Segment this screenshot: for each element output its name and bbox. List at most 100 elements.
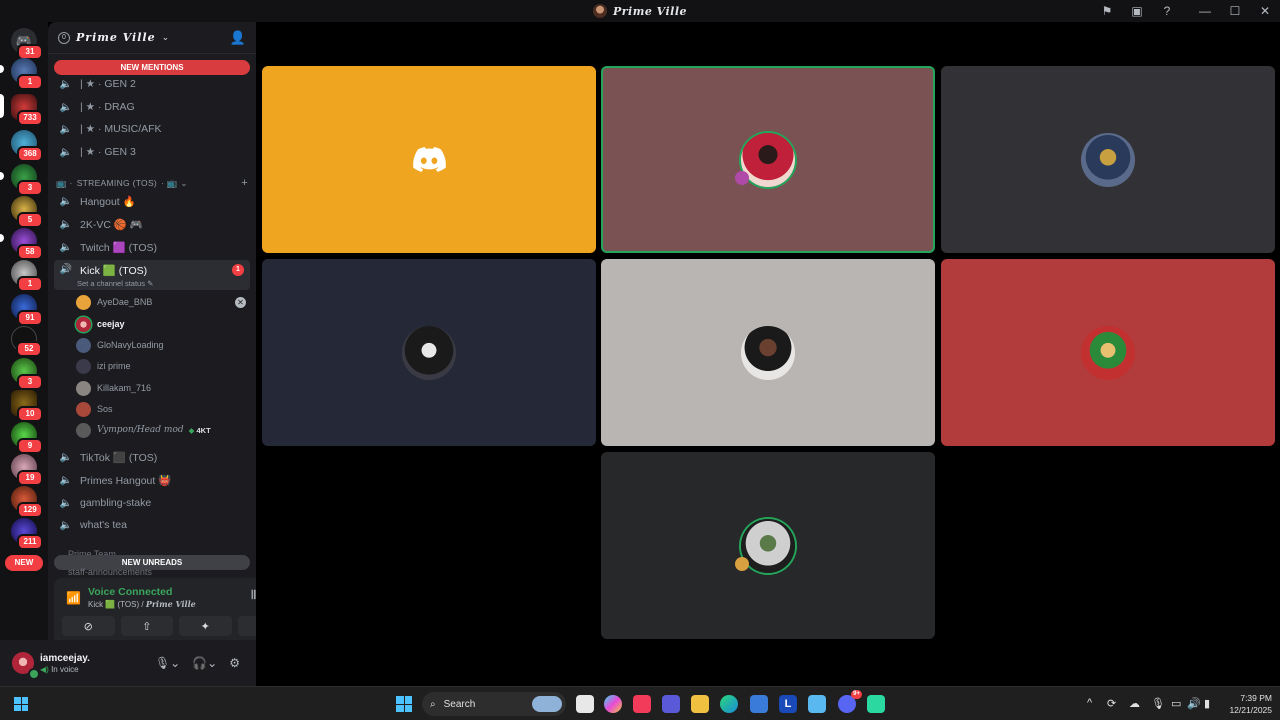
speaker-icon: 🔈 [59, 123, 73, 135]
participant-tile[interactable] [601, 452, 935, 639]
voice-status-icon: ◀) [40, 665, 49, 674]
edge-browser-icon[interactable] [720, 695, 738, 713]
share-screen-button[interactable]: ⇧ [120, 616, 173, 636]
direct-messages-icon[interactable]: 🎮 31 [11, 28, 43, 60]
channel-gen-2[interactable]: 🔈 | ★ · GEN 2 [54, 73, 250, 95]
server-badge: 3 [17, 374, 43, 390]
copilot-icon[interactable] [604, 695, 622, 713]
minimize-button[interactable]: — [1190, 0, 1220, 22]
server-icon[interactable]: 52 [11, 326, 42, 357]
server-icon[interactable]: 10 [11, 390, 43, 422]
channel-gen-3[interactable]: 🔈 | ★ · GEN 3 [54, 141, 250, 163]
server-icon[interactable]: 1 [11, 58, 43, 90]
server-icon[interactable]: 3 [11, 164, 43, 196]
teams-icon[interactable] [662, 695, 680, 713]
voice-user[interactable]: ceejay [76, 314, 250, 334]
server-icon[interactable]: 129 [11, 486, 43, 518]
microphone-tray-icon[interactable]: 🎙 [1151, 697, 1165, 710]
system-clock[interactable]: 7:39 PM 12/21/2025 [1229, 692, 1272, 716]
maximize-button[interactable]: ☐ [1220, 0, 1250, 22]
voice-user[interactable]: AyeDae_BNB ✕ [76, 292, 250, 312]
task-view-icon[interactable] [576, 695, 594, 713]
channel-whats-tea[interactable]: 🔈 what's tea [54, 514, 250, 536]
activities-button[interactable]: ✦ [179, 616, 232, 636]
speaker-icon: 🔈 [59, 101, 73, 113]
server-badge: 1 [17, 276, 43, 292]
avatar [76, 380, 91, 396]
volume-icon[interactable]: 🔊 [1187, 697, 1201, 710]
close-button[interactable]: ✕ [1250, 0, 1280, 22]
participant-tile[interactable] [941, 259, 1275, 446]
inbox-flag-icon[interactable]: ⚑ [1092, 0, 1122, 22]
channel-staff-announcements[interactable]: staff-announcements [54, 567, 250, 577]
channel-hangout[interactable]: 🔈 Hangout 🔥 [54, 190, 250, 212]
mention-badge: 1 [232, 264, 244, 276]
camera-off-button[interactable]: ⊘ [62, 616, 115, 636]
channel-2k-vc[interactable]: 🔈 2K-VC 🏀 🎮 [54, 213, 250, 235]
server-header[interactable]: 0 Prime Ville ⌄ 👤 [48, 22, 256, 54]
voice-channel-info[interactable]: Kick 🟩 (TOS) / Prime Ville [88, 599, 196, 609]
channel-label: what's tea [80, 519, 127, 531]
help-icon[interactable]: ? [1152, 0, 1182, 22]
user-controls: 🎙⌄ 🎧⌄ ⚙ [155, 656, 240, 670]
channel-primes-hangout[interactable]: 🔈 Primes Hangout 👹 [54, 469, 250, 491]
voice-user[interactable]: izi prime [76, 356, 250, 376]
channel-gambling-stake[interactable]: 🔈 gambling-stake [54, 492, 250, 514]
participant-tile[interactable] [941, 66, 1275, 253]
invite-people-icon[interactable]: 👤 [230, 30, 246, 46]
headphones-icon[interactable]: 🎧⌄ [192, 656, 217, 670]
voice-user[interactable]: Sos [76, 399, 250, 419]
speaker-icon: 🔈 [59, 474, 73, 486]
server-icon[interactable]: 5 [11, 196, 43, 228]
server-icon[interactable]: 91 [11, 294, 43, 326]
channel-music-afk[interactable]: 🔈 | ★ · MUSIC/AFK [54, 118, 250, 140]
screen-share-icon[interactable]: ▣ [1122, 0, 1152, 22]
server-icon[interactable]: 58 [11, 228, 43, 260]
server-icon[interactable]: 9 [11, 422, 43, 454]
microphone-icon[interactable]: 🎙⌄ [155, 656, 180, 670]
voice-connected-title[interactable]: Voice Connected [88, 586, 172, 598]
server-icon[interactable]: 19 [11, 454, 43, 486]
store-icon[interactable] [750, 695, 768, 713]
server-icon[interactable]: 211 [11, 518, 43, 550]
participant-tile-discord-default[interactable] [262, 66, 596, 253]
selected-pill [0, 94, 4, 118]
server-icon[interactable]: 3 [11, 358, 43, 390]
channel-status-prompt[interactable]: Set a channel status ✎ [77, 279, 153, 288]
participant-tile[interactable] [601, 259, 935, 446]
show-hidden-icons-chevron-icon[interactable]: ^ [1087, 697, 1092, 709]
avatar [76, 358, 91, 374]
server-icon-prime-ville[interactable]: 733 [11, 94, 43, 126]
participant-tile-ceejay[interactable] [601, 66, 935, 253]
channel-drag[interactable]: 🔈 | ★ · DRAG [54, 96, 250, 118]
discord-taskbar-icon[interactable]: 9+ [838, 690, 862, 713]
app-icon[interactable] [808, 695, 826, 713]
voice-user[interactable]: Killakam_716 [76, 378, 250, 398]
sync-icon[interactable]: ⟳ [1107, 697, 1116, 710]
channel-tiktok[interactable]: 🔈 TikTok ⬛ (TOS) [54, 446, 250, 468]
username[interactable]: iamceejay. [40, 653, 90, 664]
display-icon[interactable]: ▭ [1171, 697, 1181, 710]
create-channel-icon[interactable]: + [241, 177, 248, 189]
category-streaming[interactable]: 📺 · STREAMING (TOS) · 📺 ⌄ + [56, 176, 248, 190]
server-icon[interactable]: 1 [11, 260, 43, 292]
start-button-icon[interactable] [396, 696, 412, 712]
battery-icon[interactable]: ▮ [1204, 697, 1210, 710]
widgets-icon[interactable] [14, 697, 28, 711]
music-app-icon[interactable] [633, 695, 651, 713]
onedrive-cloud-icon[interactable]: ☁ [1129, 697, 1140, 710]
new-servers-pill[interactable]: NEW [5, 555, 43, 571]
participant-tile[interactable] [262, 259, 596, 446]
settings-gear-icon[interactable]: ⚙ [229, 656, 240, 670]
soundboard-button[interactable]: ♫ [237, 616, 256, 636]
taskbar-search[interactable]: ⌕ Search [422, 692, 566, 716]
file-explorer-icon[interactable] [691, 695, 709, 713]
signal-icon[interactable]: 📶 [66, 591, 81, 605]
server-icon[interactable]: 368 [11, 130, 43, 162]
voice-user[interactable]: Vympon/Head mod ◆ 4KT [76, 420, 250, 440]
channel-kick-active[interactable]: 🔊 Kick 🟩 (TOS) 1 Set a channel status ✎ [54, 260, 250, 290]
app-icon[interactable] [867, 695, 885, 713]
channel-twitch[interactable]: 🔈 Twitch 🟪 (TOS) [54, 236, 250, 258]
launcher-l-icon[interactable]: L [779, 695, 797, 713]
voice-user[interactable]: GloNavyLoading [76, 335, 250, 355]
